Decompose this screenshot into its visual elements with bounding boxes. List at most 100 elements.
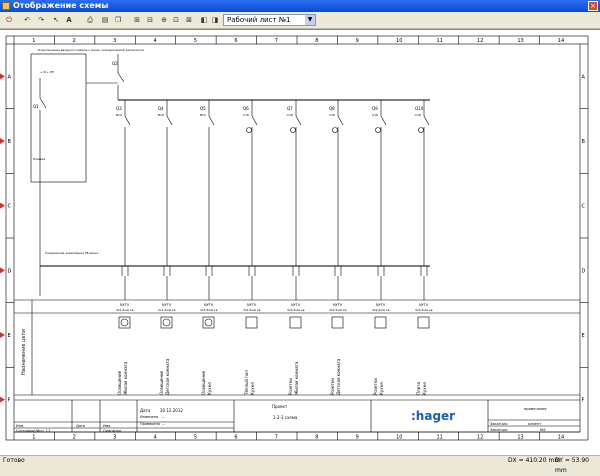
column-number: 10: [396, 435, 402, 441]
import-icon[interactable]: ⊟: [144, 14, 156, 26]
circuit-line2: Кухня: [379, 382, 384, 395]
device-id: Q8: [329, 106, 335, 111]
cable-size: 3x1,5мм кв: [200, 308, 218, 312]
app-icon: [2, 2, 10, 10]
row-letter: B: [8, 139, 12, 145]
text-tool-icon[interactable]: A: [63, 14, 75, 26]
row-marker-icon: [0, 267, 5, 274]
row-letter: F: [582, 398, 585, 404]
cable-type: NYTV: [376, 303, 386, 307]
row-letter: F: [8, 398, 11, 404]
project-label: Проект: [272, 404, 288, 409]
status-bar: Готово DX = 410.20 mm DY = 53.90 mm: [0, 455, 600, 474]
zoom-in-icon[interactable]: ⊕: [158, 14, 170, 26]
close-icon[interactable]: ×: [588, 1, 598, 11]
circuit-line2: Кухня: [207, 382, 212, 395]
circuit-line2: Жилая комната: [123, 361, 128, 395]
undo-icon[interactable]: ↶: [21, 14, 33, 26]
column-number: 11: [437, 38, 443, 44]
row-marker-icon: [0, 396, 5, 403]
column-number: 14: [558, 38, 564, 44]
device-rating: B10: [116, 113, 122, 117]
feeder: Q10 C16: [415, 100, 430, 300]
column-number: 1: [32, 435, 35, 441]
redo-icon[interactable]: ↷: [35, 14, 47, 26]
title-bar: Отображение схемы ×: [0, 0, 600, 12]
zoom-area-icon[interactable]: ⊡: [170, 14, 182, 26]
cable-size: 3x2,5мм кв: [287, 308, 305, 312]
customer-value: клиент: [528, 422, 541, 426]
device-id: Q6: [243, 106, 249, 111]
pointer-icon[interactable]: ↖: [50, 14, 62, 26]
exit-icon[interactable]: ⏻: [3, 14, 15, 26]
export-icon[interactable]: ⊞: [131, 14, 143, 26]
column-number: 6: [234, 38, 237, 44]
app-window: Отображение схемы × ⏻ ↶ ↷ ↖ A ⎙ ▤ ❐ ⊞ ⊟ …: [0, 0, 600, 474]
rcd-icon: [375, 127, 381, 133]
feeder: Q8 C16: [329, 100, 344, 300]
approved-value: ...: [162, 422, 165, 426]
device-id: Q7: [287, 106, 293, 111]
feeder: Q6 C16: [243, 100, 258, 300]
cable-size: 3x2,5мм кв: [243, 308, 261, 312]
circuit-line2: Кухня: [250, 382, 255, 395]
rcd-icon: [418, 127, 424, 133]
chevron-down-icon[interactable]: ▼: [305, 15, 315, 25]
feeder: Q3 B10: [116, 100, 131, 300]
device-rating: C16: [372, 113, 378, 117]
device-id: Q3: [116, 106, 122, 111]
print-icon[interactable]: ⎙: [84, 14, 96, 26]
load-box: [417, 316, 430, 329]
circuit-line2: Жилая комната: [294, 361, 299, 395]
supply-note: Подключение вводного кабеля к шине, опре…: [38, 48, 144, 52]
hager-logo: :hager: [411, 409, 455, 423]
scheme-name: 1-2-3 схема: [273, 415, 298, 420]
load-box: [160, 316, 173, 329]
row-letter: E: [8, 333, 11, 339]
row-letter: B: [582, 139, 586, 145]
copy-icon[interactable]: ❐: [112, 14, 124, 26]
date-label: Дата: [140, 408, 151, 413]
toolbar: ⏻ ↶ ↷ ↖ A ⎙ ▤ ❐ ⊞ ⊟ ⊕ ⊡ ⊠ ◧ ◨ Рабочий ли…: [0, 12, 600, 29]
column-number: 7: [275, 38, 278, 44]
cable-size: 3x1,5мм кв: [116, 308, 134, 312]
checked-value: ...: [162, 415, 165, 419]
feeder-group: Q3 B10 Q4 B16 Q5 B10 Q6 C16 Q7 C16 Q8 C16 Q9 C16 Q10 C1…: [116, 100, 430, 300]
rcd-icon: [246, 127, 252, 133]
column-number: 7: [275, 435, 278, 441]
device-rating: C16: [243, 113, 249, 117]
customer-label: Заказчик:: [490, 422, 508, 426]
lamp-icon: [162, 318, 171, 327]
print-preview-icon[interactable]: ▤: [99, 14, 111, 26]
q2-label: Q2: [112, 61, 118, 66]
device-rating: B10: [200, 113, 206, 117]
load-box: [245, 316, 258, 329]
cable-type: NYTV: [247, 303, 257, 307]
column-number: 1: [32, 38, 35, 44]
status-dy: DY = 53.90 mm: [555, 457, 589, 474]
row-marker-icon: [0, 138, 5, 144]
circuit-list: NYTV3x1,5мм квNYTV3x1,5мм квNYTV3x1,5мм …: [116, 303, 433, 396]
column-number: 9: [356, 38, 359, 44]
feeder: Q5 B10: [200, 100, 215, 300]
load-box: [374, 316, 387, 329]
device-rating: B16: [158, 113, 164, 117]
device-rating: C16: [329, 113, 335, 117]
page-next-icon[interactable]: ◨: [209, 14, 221, 26]
drawing-canvas[interactable]: 1 1 2 2 3 3 4 4 5 5 6 6 7 7 8 8 9 9 10 10 11 11 12 12 13 13 14 14 A…: [0, 29, 600, 456]
rcd-icon: [332, 127, 338, 133]
circuit-line1: Освещение: [117, 370, 122, 395]
circuit-line1: Розетки: [373, 378, 378, 395]
device-rating: C16: [287, 113, 293, 117]
lamp-icon: [120, 318, 129, 327]
row-marker-icon: [0, 332, 5, 338]
cable-size: 3x2,5мм кв: [415, 308, 433, 312]
zoom-fit-icon[interactable]: ⊠: [183, 14, 195, 26]
sheet-selector[interactable]: Рабочий лист №1 ▼: [223, 14, 316, 26]
klemma-label: Клемма: [33, 157, 45, 161]
row-marker-icon: [0, 202, 5, 209]
row-letter: A: [582, 74, 586, 80]
lamp-icon: [204, 318, 213, 327]
row-letter: A: [8, 74, 12, 80]
circuit-line2: Детская комната: [165, 358, 170, 395]
